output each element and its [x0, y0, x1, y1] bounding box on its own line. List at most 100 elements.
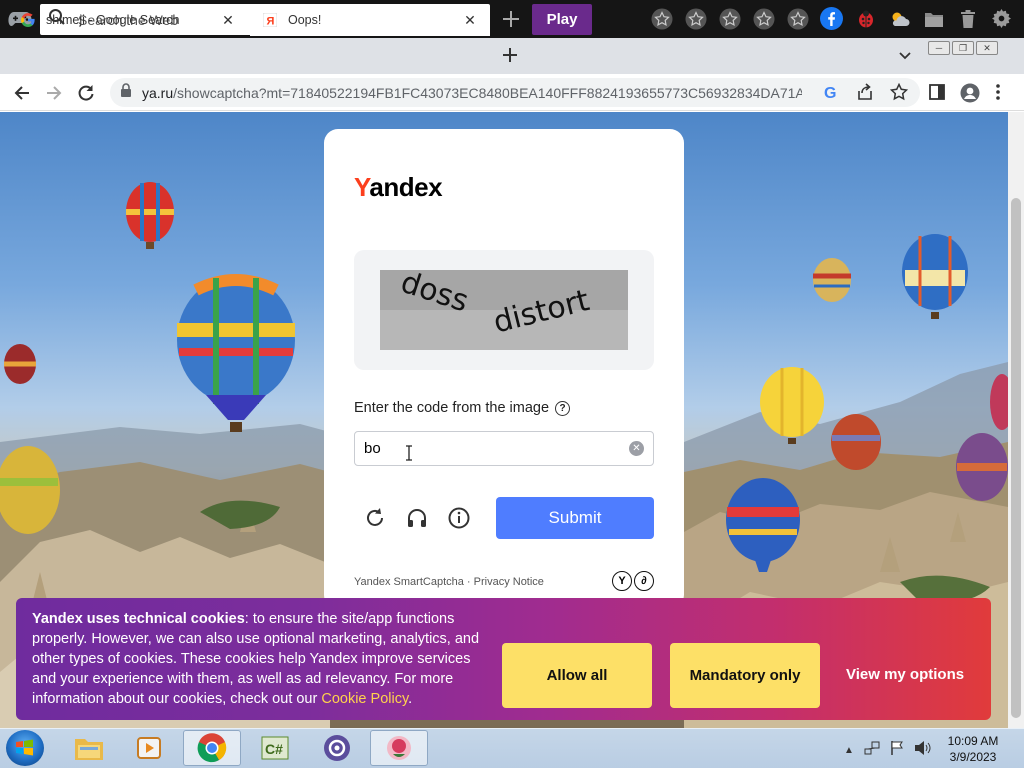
side-panel-icon[interactable]: [928, 83, 946, 108]
yandex-icon: Я: [262, 12, 278, 28]
balloon: [126, 182, 174, 249]
taskbar-chrome[interactable]: [183, 730, 241, 766]
network-icon[interactable]: [864, 740, 880, 761]
url-host: ya.ru: [142, 84, 174, 101]
captcha-code-input[interactable]: [355, 432, 615, 465]
tab-oops[interactable]: Я Oops! ✕: [250, 4, 490, 36]
close-tab-icon[interactable]: ✕: [220, 12, 236, 29]
reload-icon[interactable]: [76, 83, 96, 103]
file-explorer-icon: [75, 739, 103, 760]
yandex-y-badge-icon: Y: [612, 571, 632, 591]
balloon: [177, 274, 295, 432]
more-menu-icon[interactable]: [994, 83, 1002, 108]
balloon: [956, 433, 1008, 501]
balloon: [831, 414, 881, 470]
scrollbar-thumb[interactable]: [1011, 198, 1021, 718]
taskbar-media-player[interactable]: [120, 730, 178, 766]
shimeji-icon: [387, 736, 411, 760]
info-icon[interactable]: [447, 506, 471, 530]
allow-all-button[interactable]: Allow all: [502, 643, 652, 708]
submit-button[interactable]: Submit: [496, 497, 654, 539]
logo-rest: andex: [369, 172, 443, 202]
tab-google-search[interactable]: shimeji - Google Search ✕: [8, 4, 248, 36]
window-controls: ─ ❐ ✕: [928, 41, 998, 55]
yandex-leaf-badge-icon: ∂: [634, 571, 654, 591]
csharp-editor-icon: C#: [261, 736, 289, 760]
captcha-image: doss distort: [380, 270, 628, 350]
new-tab-icon[interactable]: [500, 45, 520, 65]
captcha-input-wrapper: ✕: [354, 431, 654, 466]
minimize-button[interactable]: ─: [928, 41, 950, 55]
tab-title: shimeji - Google Search: [46, 13, 180, 27]
taskbar-shimeji[interactable]: [370, 730, 428, 766]
address-toolbar: ya.ru/showcaptcha?mt=71840522194FB1FC430…: [0, 74, 1024, 111]
prompt-text: Enter the code from the image: [354, 400, 550, 416]
add-icon[interactable]: [500, 8, 522, 30]
gear-icon[interactable]: [990, 7, 1013, 30]
cookie-lead: Yandex uses technical cookies: [32, 611, 245, 627]
weather-icon[interactable]: [888, 7, 911, 30]
star-icon[interactable]: [752, 7, 775, 30]
page-scrollbar[interactable]: [1008, 112, 1024, 728]
yandex-logo: Yandex: [354, 172, 443, 203]
action-center-flag-icon[interactable]: [890, 740, 904, 761]
text-cursor-icon: [404, 445, 414, 461]
back-icon[interactable]: [12, 83, 32, 103]
url-text: ya.ru/showcaptcha?mt=71840522194FB1FC430…: [142, 85, 802, 101]
bookmark-star-icon[interactable]: [889, 82, 909, 106]
share-icon[interactable]: [856, 83, 874, 106]
view-my-options-button[interactable]: View my options: [846, 666, 964, 683]
browser-actions: [928, 83, 1002, 108]
google-icon: [20, 12, 36, 28]
star-icon[interactable]: [684, 7, 707, 30]
ladybug-icon[interactable]: [854, 7, 877, 30]
google-lens-icon[interactable]: G: [822, 83, 840, 106]
svg-text:C#: C#: [265, 741, 283, 757]
taskbar-explorer[interactable]: [60, 730, 118, 766]
tab-search-chevron-icon[interactable]: [897, 48, 913, 64]
audio-headphones-icon[interactable]: [405, 506, 429, 530]
balloon: [813, 258, 851, 302]
start-button[interactable]: [6, 730, 44, 766]
cookie-text: Yandex uses technical cookies: to ensure…: [32, 609, 498, 709]
svg-text:Я: Я: [267, 16, 275, 28]
taskbar-clock[interactable]: 10:09 AM 3/9/2023: [940, 733, 1006, 765]
play-button[interactable]: Play: [532, 4, 592, 35]
star-icon[interactable]: [650, 7, 673, 30]
balloon: [902, 234, 968, 319]
media-player-icon: [137, 737, 161, 759]
profile-avatar-icon[interactable]: [960, 83, 980, 108]
chrome-icon: [197, 733, 227, 763]
taskbar-csharp[interactable]: C#: [246, 730, 304, 766]
captcha-prompt: Enter the code from the image ?: [354, 400, 571, 416]
close-window-button[interactable]: ✕: [976, 41, 998, 55]
star-icon[interactable]: [786, 7, 809, 30]
lock-icon: [120, 83, 132, 102]
system-tray: ▲: [844, 740, 932, 761]
trash-icon[interactable]: [956, 7, 979, 30]
toolbar-icon-group: [650, 7, 1013, 30]
refresh-icon[interactable]: [363, 506, 387, 530]
restore-button[interactable]: ❐: [952, 41, 974, 55]
facebook-icon[interactable]: [820, 7, 843, 30]
volume-icon[interactable]: [914, 740, 932, 761]
tray-chevron-icon[interactable]: ▲: [844, 745, 854, 756]
taskbar-quassel[interactable]: [308, 730, 366, 766]
chat-client-icon: [324, 735, 350, 761]
folder-icon[interactable]: [922, 7, 945, 30]
clock-date: 3/9/2023: [949, 750, 997, 764]
forward-icon[interactable]: [44, 83, 64, 103]
clear-input-icon[interactable]: ✕: [629, 441, 644, 456]
yandex-badges: Y ∂: [612, 571, 654, 591]
svg-text:G: G: [824, 85, 836, 101]
omnibox-icons: G: [822, 82, 909, 106]
star-icon[interactable]: [718, 7, 741, 30]
tab-title: Oops!: [288, 13, 322, 27]
captcha-footer[interactable]: Yandex SmartCaptcha · Privacy Notice: [354, 576, 544, 588]
clock-time: 10:09 AM: [947, 734, 999, 748]
cookie-policy-link[interactable]: Cookie Policy: [321, 691, 408, 707]
help-icon[interactable]: ?: [555, 400, 571, 416]
close-tab-icon[interactable]: ✕: [462, 12, 478, 29]
mandatory-only-button[interactable]: Mandatory only: [670, 643, 820, 708]
omnibox[interactable]: ya.ru/showcaptcha?mt=71840522194FB1FC430…: [110, 78, 920, 107]
